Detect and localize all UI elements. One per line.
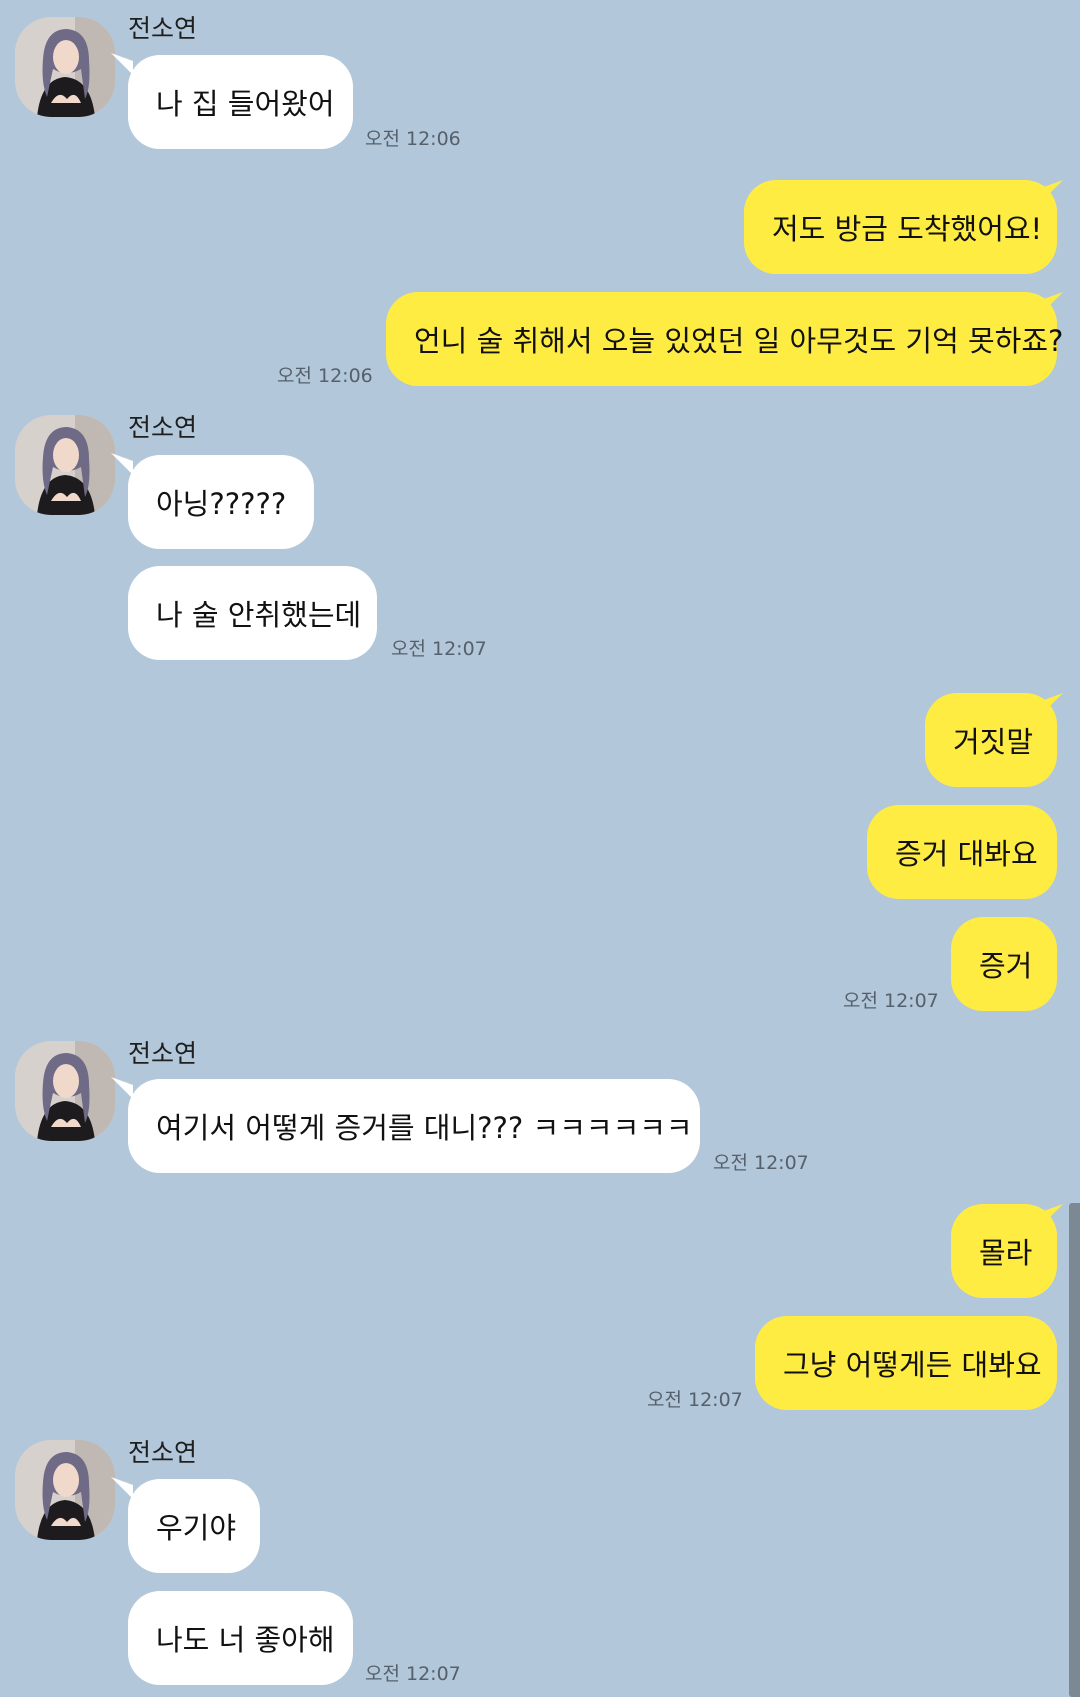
sender-name: 전소연 (128, 1039, 198, 1068)
bubble-tail (111, 453, 133, 475)
chat-area[interactable]: 전소연 나 집 들어왔어 오전 12:06 저도 방금 도착했어요! 언니 술 … (0, 0, 1080, 1697)
message-timestamp: 오전 12:07 (647, 1389, 743, 1411)
message-bubble-incoming[interactable]: 나 술 안취했는데 (128, 566, 377, 660)
message-bubble-outgoing[interactable]: 몰라 (951, 1204, 1057, 1298)
message-bubble-outgoing[interactable]: 증거 (951, 917, 1057, 1011)
message-bubble-incoming[interactable]: 우기야 (128, 1479, 260, 1573)
message-timestamp: 오전 12:07 (365, 1663, 461, 1685)
message-bubble-incoming[interactable]: 나도 너 좋아해 (128, 1591, 353, 1685)
message-bubble-incoming[interactable]: 아닝????? (128, 455, 314, 549)
message-timestamp: 오전 12:07 (713, 1152, 809, 1174)
message-bubble-outgoing[interactable]: 증거 대봐요 (867, 805, 1057, 899)
bubble-tail (111, 53, 133, 75)
message-bubble-outgoing[interactable]: 저도 방금 도착했어요! (744, 180, 1057, 274)
profile-avatar[interactable] (15, 415, 115, 515)
sender-name: 전소연 (128, 413, 198, 442)
message-timestamp: 오전 12:06 (277, 365, 373, 387)
avatar-image (15, 1041, 115, 1141)
bubble-tail (111, 1477, 133, 1499)
avatar-image (15, 415, 115, 515)
message-bubble-outgoing[interactable]: 거짓말 (925, 693, 1057, 787)
scrollbar[interactable] (1069, 1203, 1080, 1697)
message-timestamp: 오전 12:07 (843, 990, 939, 1012)
profile-avatar[interactable] (15, 1440, 115, 1540)
message-timestamp: 오전 12:07 (391, 638, 487, 660)
avatar-image (15, 17, 115, 117)
message-timestamp: 오전 12:06 (365, 128, 461, 150)
sender-name: 전소연 (128, 14, 198, 43)
sender-name: 전소연 (128, 1438, 198, 1467)
message-bubble-outgoing[interactable]: 그냥 어떻게든 대봐요 (755, 1316, 1057, 1410)
message-bubble-incoming[interactable]: 여기서 어떻게 증거를 대니??? ㅋㅋㅋㅋㅋㅋ (128, 1079, 700, 1173)
avatar-image (15, 1440, 115, 1540)
message-bubble-outgoing[interactable]: 언니 술 취해서 오늘 있었던 일 아무것도 기억 못하죠? (386, 292, 1063, 386)
profile-avatar[interactable] (15, 1041, 115, 1141)
bubble-tail (111, 1077, 133, 1099)
message-bubble-incoming[interactable]: 나 집 들어왔어 (128, 55, 353, 149)
profile-avatar[interactable] (15, 17, 115, 117)
